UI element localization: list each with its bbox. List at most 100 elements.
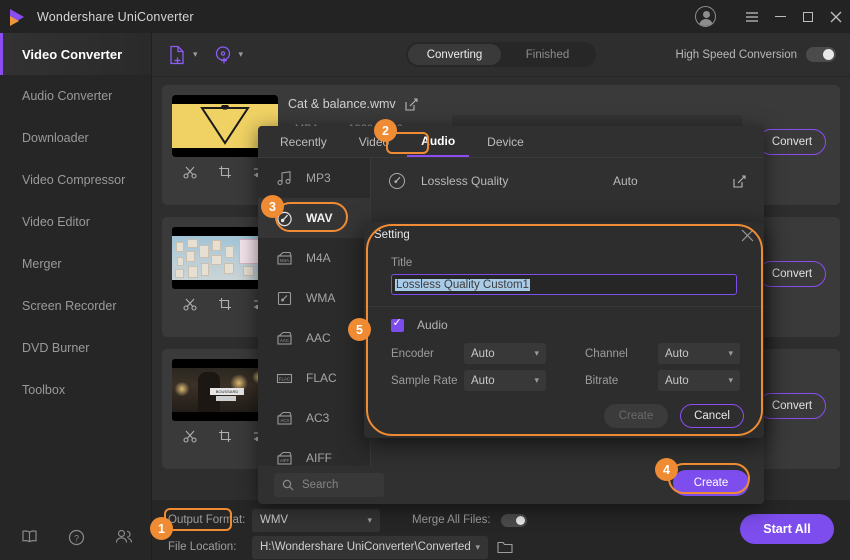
- merge-all-files-label: Merge All Files:: [412, 514, 491, 526]
- output-format-select[interactable]: WMV ▾: [252, 509, 380, 532]
- mp3-icon: [276, 171, 293, 186]
- format-item-label: WAV: [306, 211, 332, 225]
- add-disc-control[interactable]: ▾: [214, 45, 244, 65]
- create-button[interactable]: Create: [673, 470, 749, 496]
- trim-icon[interactable]: [183, 165, 197, 179]
- file-location-select[interactable]: H:\Wondershare UniConverter\Converted ▾: [252, 536, 488, 559]
- format-item-ac3[interactable]: AC3 AC3: [258, 398, 370, 438]
- file-location-value: H:\Wondershare UniConverter\Converted: [260, 541, 471, 553]
- format-item-label: MP3: [306, 171, 331, 185]
- sidebar-item-label: Merger: [22, 257, 62, 271]
- tab-recently[interactable]: Recently: [266, 126, 341, 157]
- edit-icon[interactable]: [405, 98, 418, 111]
- chevron-down-icon: ▾: [239, 49, 244, 60]
- audio-section-toggle[interactable]: Audio: [391, 318, 764, 332]
- toolbar: ▾ ▾ Converting Finished High Speed Conve…: [152, 33, 850, 77]
- chevron-down-icon: ▾: [728, 375, 733, 386]
- format-item-label: WMA: [306, 291, 335, 305]
- chevron-down-icon: ▾: [728, 348, 733, 359]
- trim-icon[interactable]: [183, 429, 197, 443]
- quality-name: Lossless Quality: [421, 174, 613, 188]
- help-icon[interactable]: ?: [68, 529, 85, 546]
- sidebar-item-video-converter[interactable]: Video Converter: [0, 33, 151, 75]
- bitrate-select[interactable]: Auto ▾: [658, 370, 740, 391]
- annotation-badge-2: 2: [374, 119, 397, 142]
- format-panel-tabs: Recently Video Audio Device: [258, 126, 764, 158]
- close-icon[interactable]: [741, 229, 754, 242]
- file-name-row: Cat & balance.wmv: [288, 97, 840, 111]
- divider: [364, 306, 764, 307]
- channel-select[interactable]: Auto ▾: [658, 343, 740, 364]
- crop-icon[interactable]: [218, 297, 232, 311]
- maximize-icon[interactable]: [794, 0, 822, 33]
- setting-dialog: Setting Title Lossless Quality Custom1 A…: [364, 222, 764, 438]
- sidebar-item-label: Video Compressor: [22, 173, 125, 187]
- sidebar-item-screen-recorder[interactable]: Screen Recorder: [0, 285, 151, 327]
- sidebar-item-video-editor[interactable]: Video Editor: [0, 201, 151, 243]
- convert-button[interactable]: Convert: [758, 129, 826, 155]
- format-item-m4a[interactable]: M4A M4A: [258, 238, 370, 278]
- format-item-aiff[interactable]: AIFF AIFF: [258, 438, 370, 466]
- high-speed-conversion-toggle[interactable]: [806, 47, 836, 62]
- format-item-wma[interactable]: WMA: [258, 278, 370, 318]
- quality-radio-icon[interactable]: [389, 173, 405, 189]
- annotation-badge-3: 3: [261, 195, 284, 218]
- sidebar-item-label: Video Editor: [22, 215, 90, 229]
- encoder-select[interactable]: Auto ▾: [464, 343, 546, 364]
- book-icon[interactable]: [21, 529, 38, 546]
- window-controls: [695, 0, 850, 33]
- title-input[interactable]: Lossless Quality Custom1: [391, 274, 737, 295]
- chevron-down-icon: ▾: [367, 515, 372, 526]
- account-avatar-icon[interactable]: [695, 6, 716, 27]
- sidebar-item-label: Downloader: [22, 131, 89, 145]
- start-all-button[interactable]: Start All: [740, 514, 834, 544]
- tab-audio[interactable]: Audio: [407, 126, 469, 157]
- format-item-label: FLAC: [306, 371, 337, 385]
- audio-settings-grid: Encoder Auto ▾ Channel Auto ▾ Sample Rat…: [391, 340, 764, 394]
- folder-icon[interactable]: [497, 540, 513, 554]
- convert-button[interactable]: Convert: [758, 261, 826, 287]
- sidebar-item-merger[interactable]: Merger: [0, 243, 151, 285]
- m4a-icon: M4A: [276, 251, 293, 266]
- sidebar-item-toolbox[interactable]: Toolbox: [0, 369, 151, 411]
- sidebar-item-video-compressor[interactable]: Video Compressor: [0, 159, 151, 201]
- crop-icon[interactable]: [218, 429, 232, 443]
- svg-text:AAC: AAC: [280, 338, 289, 343]
- tab-converting[interactable]: Converting: [408, 44, 501, 65]
- edit-icon[interactable]: [733, 175, 746, 188]
- output-format-label: Output Format:: [168, 514, 252, 526]
- app-title: Wondershare UniConverter: [37, 10, 194, 24]
- add-file-control[interactable]: ▾: [168, 45, 198, 65]
- add-file-icon: [168, 45, 187, 65]
- sidebar-bottom-icons: ?: [0, 529, 152, 546]
- menu-icon[interactable]: [738, 0, 766, 33]
- search-input[interactable]: Search: [302, 479, 338, 491]
- search-box[interactable]: Search: [274, 473, 384, 497]
- annotation-badge-5: 5: [348, 318, 371, 341]
- audio-checkbox[interactable]: [391, 319, 404, 332]
- dialog-cancel-button[interactable]: Cancel: [680, 404, 744, 428]
- merge-all-files-toggle[interactable]: [501, 514, 527, 527]
- trim-icon[interactable]: [183, 297, 197, 311]
- convert-button[interactable]: Convert: [758, 393, 826, 419]
- channel-label: Channel: [585, 348, 658, 360]
- aac-icon: AAC: [276, 331, 293, 346]
- tab-device[interactable]: Device: [473, 126, 538, 157]
- crop-icon[interactable]: [218, 165, 232, 179]
- sample-rate-select[interactable]: Auto ▾: [464, 370, 546, 391]
- quality-row[interactable]: Lossless Quality Auto: [371, 164, 764, 198]
- sidebar-item-audio-converter[interactable]: Audio Converter: [0, 75, 151, 117]
- tab-finished[interactable]: Finished: [501, 44, 594, 65]
- format-item-flac[interactable]: FLAC FLAC: [258, 358, 370, 398]
- file-location-row: File Location: H:\Wondershare UniConvert…: [168, 535, 834, 559]
- close-icon[interactable]: [822, 0, 850, 33]
- sidebar-item-label: Video Converter: [22, 47, 122, 62]
- minimize-icon[interactable]: [766, 0, 794, 33]
- annotation-badge-1: 1: [150, 517, 173, 540]
- sidebar-item-downloader[interactable]: Downloader: [0, 117, 151, 159]
- sidebar-item-dvd-burner[interactable]: DVD Burner: [0, 327, 151, 369]
- flac-icon: FLAC: [276, 371, 293, 386]
- format-item-mp3[interactable]: MP3: [258, 158, 370, 198]
- encoder-value: Auto: [471, 348, 495, 360]
- community-icon[interactable]: [115, 529, 132, 546]
